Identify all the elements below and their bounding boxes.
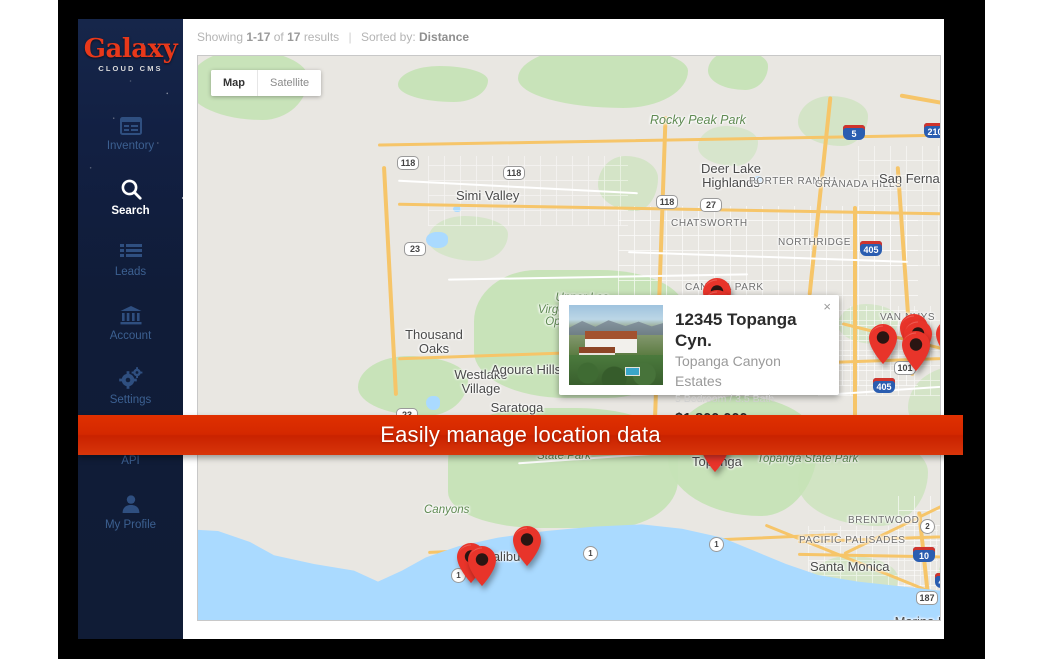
- map-highway-shield: 27: [700, 198, 722, 212]
- magnifier-icon: [120, 178, 142, 200]
- map-lake: [426, 232, 448, 248]
- map-container[interactable]: Rocky Peak Park Simi Valley Thousand Oaks D…: [197, 55, 941, 621]
- map-marker[interactable]: [900, 329, 932, 373]
- property-community: Topanga Canyon Estates: [675, 353, 781, 389]
- map-lake: [754, 176, 762, 183]
- map-lake: [426, 396, 440, 410]
- sorted-by-label: Sorted by:: [360, 30, 416, 44]
- map-highway-shield: 1: [583, 546, 598, 561]
- results-total: 17: [287, 30, 301, 44]
- sidebar-item-label: Account: [109, 330, 152, 342]
- map-marker[interactable]: [466, 544, 498, 588]
- app-logo: Galaxy CLOUD CMS: [78, 19, 183, 97]
- close-icon[interactable]: ×: [823, 300, 831, 313]
- map-type-map-button[interactable]: Map: [211, 70, 258, 96]
- map-highway-shield: 210: [924, 123, 940, 138]
- map-highway-shield: 405: [935, 573, 940, 588]
- person-icon: [121, 494, 141, 514]
- logo-tagline: CLOUD CMS: [98, 64, 163, 73]
- sidebar-item-label: Settings: [109, 394, 152, 406]
- sidebar-item-label: My Profile: [104, 519, 157, 531]
- map-highway-shield: 118: [397, 156, 419, 170]
- map-info-window[interactable]: 12345 Topanga Cyn. Topanga Canyon Estate…: [559, 295, 839, 427]
- sidebar-item-search[interactable]: Search: [78, 166, 183, 229]
- results-range: 1-17: [246, 30, 271, 44]
- sidebar-item-label: Leads: [114, 266, 147, 278]
- property-specs: 5 Bedroom / 3.5 Bath: [675, 393, 775, 405]
- bank-icon: [120, 305, 142, 325]
- property-thumbnail: [569, 305, 663, 385]
- sidebar-item-inventory[interactable]: Inventory: [78, 103, 183, 166]
- sorted-by-value[interactable]: Distance: [419, 30, 469, 44]
- logo-wordmark: Galaxy: [83, 34, 178, 64]
- map-marker[interactable]: [511, 524, 543, 568]
- map-highway-shield: 1: [709, 537, 724, 552]
- map-type-satellite-button[interactable]: Satellite: [258, 70, 322, 96]
- sidebar-item-account[interactable]: Account: [78, 292, 183, 355]
- results-summary: Showing 1-17 of 17 results | Sorted by: …: [183, 19, 944, 55]
- map-highway-shield: 118: [503, 166, 525, 180]
- map-highway-shield: 23: [404, 242, 426, 256]
- sidebar-nav: Inventory Search Leads Account Settings …: [78, 103, 183, 544]
- map-type-control[interactable]: Map Satellite: [211, 70, 322, 96]
- promo-banner: Easily manage location data: [78, 415, 963, 455]
- sidebar-item-label: API: [121, 455, 140, 467]
- bullet-list-icon: [119, 243, 142, 261]
- map-park-area: [940, 56, 941, 166]
- sidebar-item-leads[interactable]: Leads: [78, 229, 183, 292]
- results-of: of: [273, 30, 284, 44]
- property-address: 12345 Topanga Cyn.: [675, 310, 797, 350]
- sidebar-item-label: Inventory: [106, 140, 155, 152]
- map-highway-shield: 405: [860, 241, 882, 256]
- promo-banner-text: Easily manage location data: [380, 422, 661, 447]
- map-marker[interactable]: [934, 318, 940, 362]
- gears-icon: [118, 367, 143, 389]
- map-highway-shield: 2: [920, 519, 935, 534]
- map-highway-shield: 10: [913, 547, 935, 562]
- thumbnail-vegetation: [569, 355, 663, 385]
- list-panel-icon: [119, 117, 142, 135]
- map-highway-shield: 187: [916, 591, 938, 605]
- map-marker[interactable]: [867, 322, 899, 366]
- application-window: Galaxy CLOUD CMS Inventory Search Leads …: [78, 19, 944, 639]
- sidebar-item-my-profile[interactable]: My Profile: [78, 481, 183, 544]
- map-highway-shield: 118: [656, 195, 678, 209]
- results-separator: |: [348, 30, 352, 44]
- results-prefix: Showing: [197, 30, 244, 44]
- map-highway-shield: 5: [843, 125, 865, 140]
- results-suffix: results: [303, 30, 340, 44]
- map-highway-shield: 90: [940, 620, 941, 621]
- sidebar-item-label: Search: [111, 205, 150, 217]
- sidebar-item-settings[interactable]: Settings: [78, 355, 183, 418]
- thumbnail-pool: [625, 367, 640, 376]
- property-details: 12345 Topanga Cyn. Topanga Canyon Estate…: [663, 305, 829, 427]
- sidebar: Galaxy CLOUD CMS Inventory Search Leads …: [78, 19, 183, 639]
- main-content: Showing 1-17 of 17 results | Sorted by: …: [183, 19, 944, 639]
- screenshot-root: Galaxy CLOUD CMS Inventory Search Leads …: [0, 0, 1041, 671]
- map-highway-shield: 405: [873, 378, 895, 393]
